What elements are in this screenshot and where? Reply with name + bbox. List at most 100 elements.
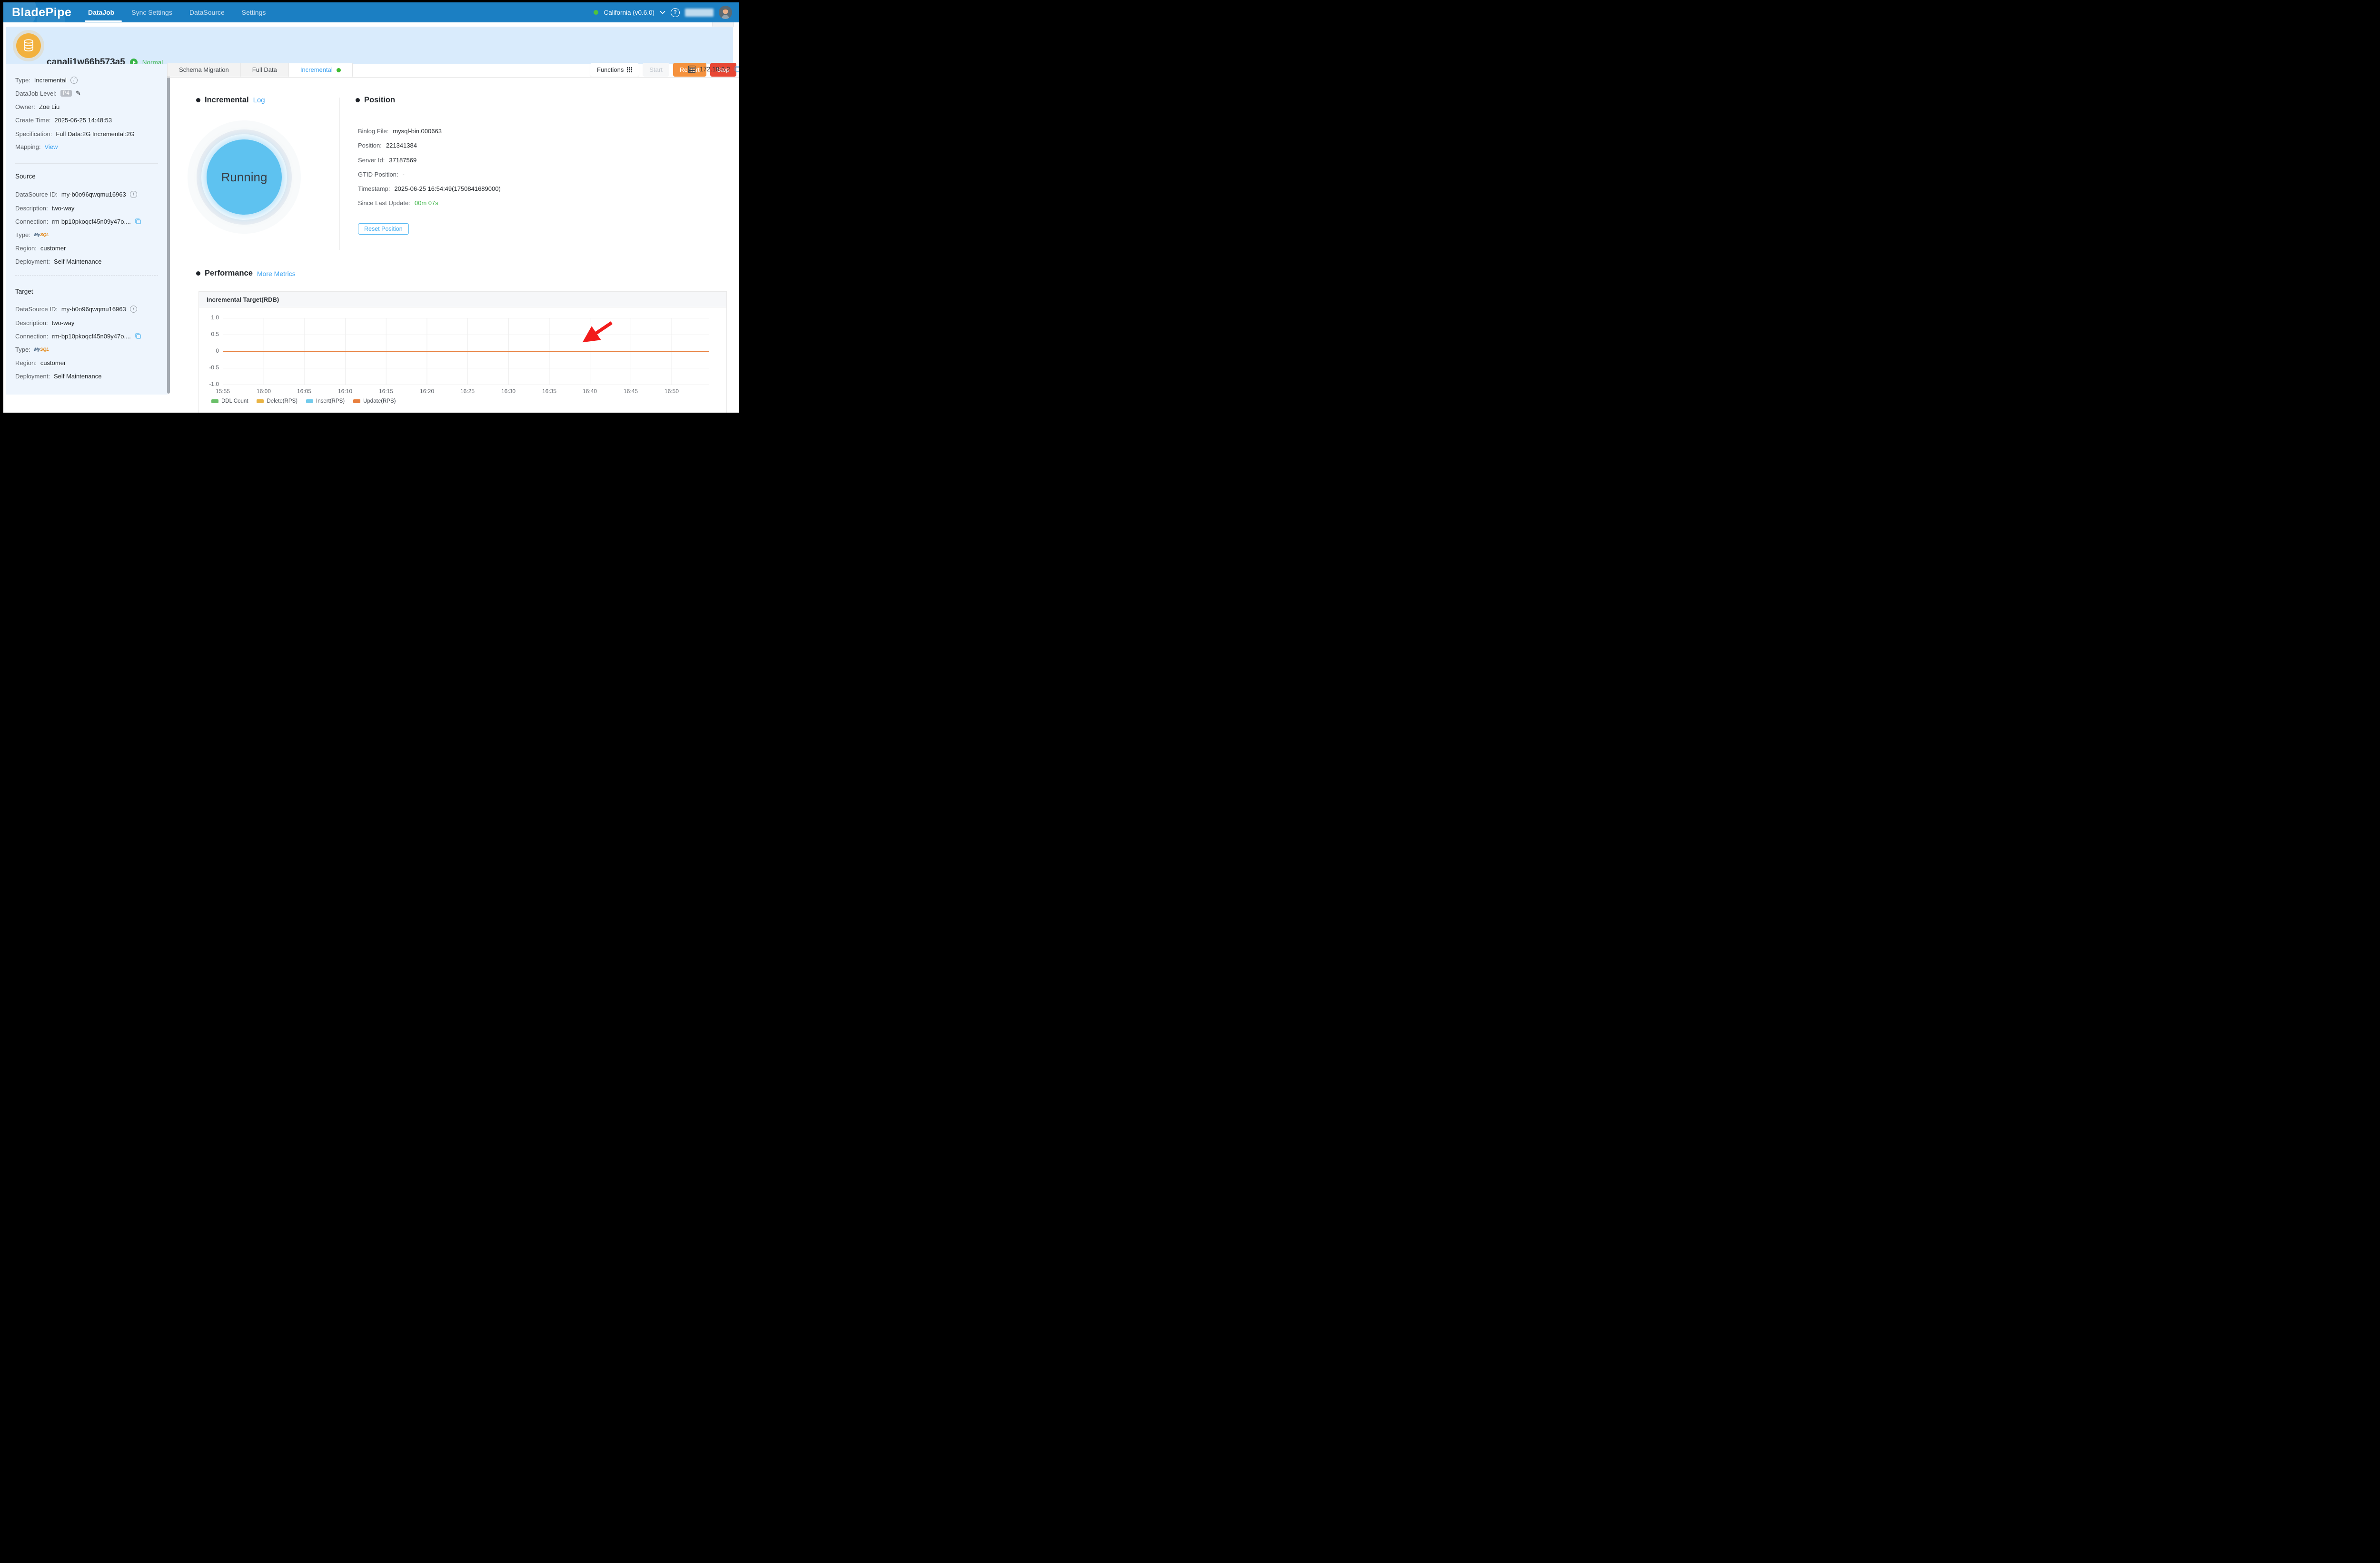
nav-tab-datajob[interactable]: DataJob xyxy=(88,9,114,16)
label: Timestamp: xyxy=(358,185,390,192)
timestamp-row: Timestamp: 2025-06-25 16:54:49(175084168… xyxy=(358,185,501,192)
nav-tabs: DataJob Sync Settings DataSource Setting… xyxy=(88,2,266,22)
bullet-icon xyxy=(196,271,200,276)
target-connection-row: Connection: rm-bp10pkoqcf45n09y47o.... xyxy=(15,332,141,340)
value: two-way xyxy=(52,319,75,326)
divider xyxy=(15,163,158,164)
chart-legend: DDL Count Delete(RPS) Insert(RPS) Update… xyxy=(211,398,396,404)
label: Binlog File: xyxy=(358,128,388,135)
nav-tab-settings[interactable]: Settings xyxy=(242,9,266,16)
label: GTID Position: xyxy=(358,171,398,178)
server-id-row: Server Id: 37187569 xyxy=(358,156,416,164)
owner-value: Zoe Liu xyxy=(39,103,60,110)
legend-swatch xyxy=(211,399,218,403)
target-datasource-id-row: DataSource ID: my-b0o96qwqmu16963 i xyxy=(15,305,137,313)
running-status-circle: Running xyxy=(188,120,301,234)
source-datasource-id-row: DataSource ID: my-b0o96qwqmu16963 i xyxy=(15,190,137,198)
label: Description: xyxy=(15,205,48,212)
label: Position: xyxy=(358,142,382,149)
tab-schema-migration[interactable]: Schema Migration xyxy=(167,63,241,77)
chart-plot-area[interactable] xyxy=(223,318,709,385)
worker-ip: 172.18.0.2 xyxy=(700,66,730,73)
tab-label: Full Data xyxy=(252,63,277,77)
legend-item[interactable]: Delete(RPS) xyxy=(257,398,298,404)
log-link[interactable]: Log xyxy=(253,96,265,104)
target-section-title: Target xyxy=(15,287,33,296)
nav-tab-sync-settings[interactable]: Sync Settings xyxy=(131,9,172,16)
y-tick: 0 xyxy=(201,347,219,354)
specification-row: Specification: Full Data:2G Incremental:… xyxy=(15,129,135,138)
circle-ring: Running xyxy=(197,129,292,225)
active-tab-underline xyxy=(85,20,122,22)
mysql-icon: MySQL xyxy=(34,233,49,237)
copy-icon[interactable] xyxy=(135,218,141,225)
screenshot-frame: BladePipe DataJob Sync Settings DataSour… xyxy=(0,0,743,419)
legend-label: Delete(RPS) xyxy=(267,398,298,404)
type-value: Incremental xyxy=(34,77,67,84)
target-deployment-row: Deployment: Self Maintenance xyxy=(15,372,101,380)
tab-label: Schema Migration xyxy=(179,63,229,77)
source-region-row: Region: customer xyxy=(15,244,66,252)
tab-incremental[interactable]: Incremental xyxy=(289,63,353,77)
update-rps-series-line xyxy=(223,351,709,352)
info-icon[interactable]: i xyxy=(130,191,137,198)
incremental-title: Incremental xyxy=(205,96,249,105)
edit-level-icon[interactable]: ✎ xyxy=(76,89,81,97)
gtid-position-row: GTID Position: - xyxy=(358,170,405,178)
datajob-level-row: DataJob Level: P4 ✎ xyxy=(15,89,81,98)
position-section-header: Position xyxy=(356,96,395,105)
value: customer xyxy=(40,359,66,366)
job-detail-sidebar: Type: Incremental i DataJob Level: P4 ✎ … xyxy=(6,64,168,395)
source-connection-row: Connection: rm-bp10pkoqcf45n09y47o.... xyxy=(15,217,141,226)
info-icon[interactable]: i xyxy=(70,77,78,84)
copy-icon[interactable] xyxy=(734,66,739,73)
chevron-down-icon[interactable] xyxy=(660,10,665,14)
tab-full-data[interactable]: Full Data xyxy=(241,63,289,77)
position-row: Position: 221341384 xyxy=(358,141,417,149)
legend-item[interactable]: DDL Count xyxy=(211,398,248,404)
label: Server Id: xyxy=(358,157,385,164)
x-tick: 16:05 xyxy=(290,388,318,395)
app-logo[interactable]: BladePipe xyxy=(12,2,71,22)
sidebar-scrollbar[interactable] xyxy=(167,67,170,394)
copy-icon[interactable] xyxy=(135,333,141,339)
app-window: BladePipe DataJob Sync Settings DataSour… xyxy=(3,2,739,413)
avatar[interactable] xyxy=(719,6,732,19)
owner-row: Owner: Zoe Liu xyxy=(15,102,60,111)
help-icon[interactable]: ? xyxy=(671,8,680,17)
label: Since Last Update: xyxy=(358,199,410,207)
specification-label: Specification: xyxy=(15,130,52,138)
label: DataSource ID: xyxy=(15,306,58,313)
type-row: Type: Incremental i xyxy=(15,76,78,84)
info-icon[interactable]: i xyxy=(130,306,137,313)
value: Self Maintenance xyxy=(54,258,101,265)
legend-item[interactable]: Insert(RPS) xyxy=(306,398,345,404)
value: rm-bp10pkoqcf45n09y47o.... xyxy=(52,333,131,340)
source-description-row: Description: two-way xyxy=(15,204,74,212)
x-tick: 16:45 xyxy=(616,388,645,395)
x-tick: 16:20 xyxy=(413,388,441,395)
position-title: Position xyxy=(364,96,395,105)
value: two-way xyxy=(52,205,75,212)
x-tick: 16:35 xyxy=(535,388,564,395)
phase-tabbar: Schema Migration Full Data Incremental xyxy=(167,63,739,78)
more-metrics-link[interactable]: More Metrics xyxy=(257,270,296,277)
circle-ring-inner: Running xyxy=(201,134,287,220)
source-type-row: Type: MySQL xyxy=(15,230,49,239)
label: DataSource ID: xyxy=(15,191,58,198)
legend-swatch xyxy=(306,399,313,403)
legend-item[interactable]: Update(RPS) xyxy=(353,398,396,404)
create-time-label: Create Time: xyxy=(15,117,50,124)
bullet-icon xyxy=(196,98,200,102)
tab-label: Incremental xyxy=(300,63,333,77)
value: mysql-bin.000663 xyxy=(393,128,442,135)
mapping-view-link[interactable]: View xyxy=(44,143,58,150)
reset-position-button[interactable]: Reset Position xyxy=(358,223,409,235)
label: Region: xyxy=(15,245,37,252)
legend-label: Update(RPS) xyxy=(363,398,396,404)
owner-label: Owner: xyxy=(15,103,35,110)
mapping-row: Mapping: View xyxy=(15,142,58,151)
region-selector[interactable]: California (v0.6.0) xyxy=(604,9,654,16)
label: Description: xyxy=(15,319,48,326)
nav-tab-datasource[interactable]: DataSource xyxy=(189,9,225,16)
